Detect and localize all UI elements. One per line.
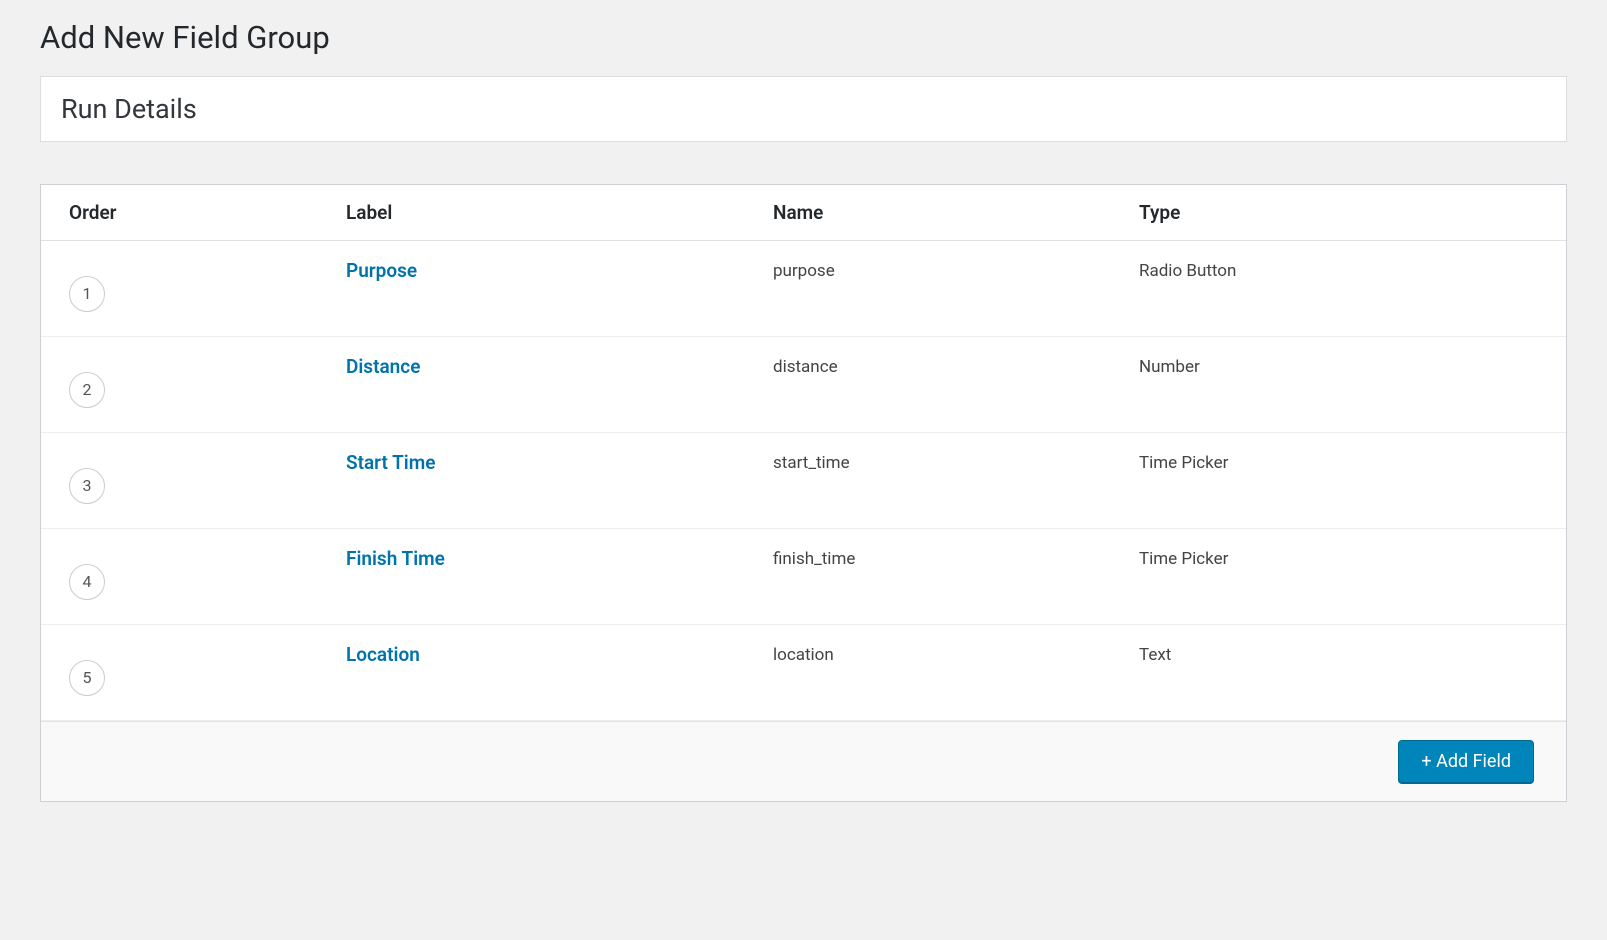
header-label: Label [346, 201, 773, 224]
field-type: Time Picker [1139, 549, 1228, 569]
field-label-link[interactable]: Distance [346, 355, 420, 378]
header-type: Type [1139, 201, 1566, 224]
group-title-input[interactable] [41, 77, 1566, 141]
field-name: distance [773, 357, 838, 377]
order-handle[interactable]: 4 [69, 564, 105, 600]
order-handle[interactable]: 3 [69, 468, 105, 504]
field-type: Number [1139, 357, 1200, 377]
table-row[interactable]: 5 Location location Text [41, 625, 1566, 721]
field-label-link[interactable]: Purpose [346, 259, 417, 282]
table-header: Order Label Name Type [41, 185, 1566, 241]
field-name: location [773, 645, 834, 665]
field-type: Time Picker [1139, 453, 1228, 473]
page-title: Add New Field Group [40, 10, 1567, 76]
field-label-link[interactable]: Start Time [346, 451, 435, 474]
order-handle[interactable]: 1 [69, 276, 105, 312]
table-row[interactable]: 3 Start Time start_time Time Picker [41, 433, 1566, 529]
field-name: start_time [773, 453, 850, 473]
order-handle[interactable]: 2 [69, 372, 105, 408]
table-row[interactable]: 2 Distance distance Number [41, 337, 1566, 433]
group-title-container [40, 76, 1567, 142]
table-row[interactable]: 1 Purpose purpose Radio Button [41, 241, 1566, 337]
page-wrap: Add New Field Group Order Label Name Typ… [0, 0, 1607, 842]
field-name: finish_time [773, 549, 855, 569]
fields-table: Order Label Name Type 1 Purpose [41, 185, 1566, 721]
table-row[interactable]: 4 Finish Time finish_time Time Picker [41, 529, 1566, 625]
field-type: Text [1139, 645, 1171, 665]
field-name: purpose [773, 261, 835, 281]
order-handle[interactable]: 5 [69, 660, 105, 696]
fields-panel: Order Label Name Type 1 Purpose [40, 184, 1567, 802]
field-type: Radio Button [1139, 261, 1236, 281]
panel-footer: + Add Field [41, 721, 1566, 801]
field-label-link[interactable]: Finish Time [346, 547, 445, 570]
header-name: Name [773, 201, 1139, 224]
add-field-button[interactable]: + Add Field [1398, 740, 1534, 783]
field-label-link[interactable]: Location [346, 643, 420, 666]
header-order: Order [41, 201, 346, 224]
